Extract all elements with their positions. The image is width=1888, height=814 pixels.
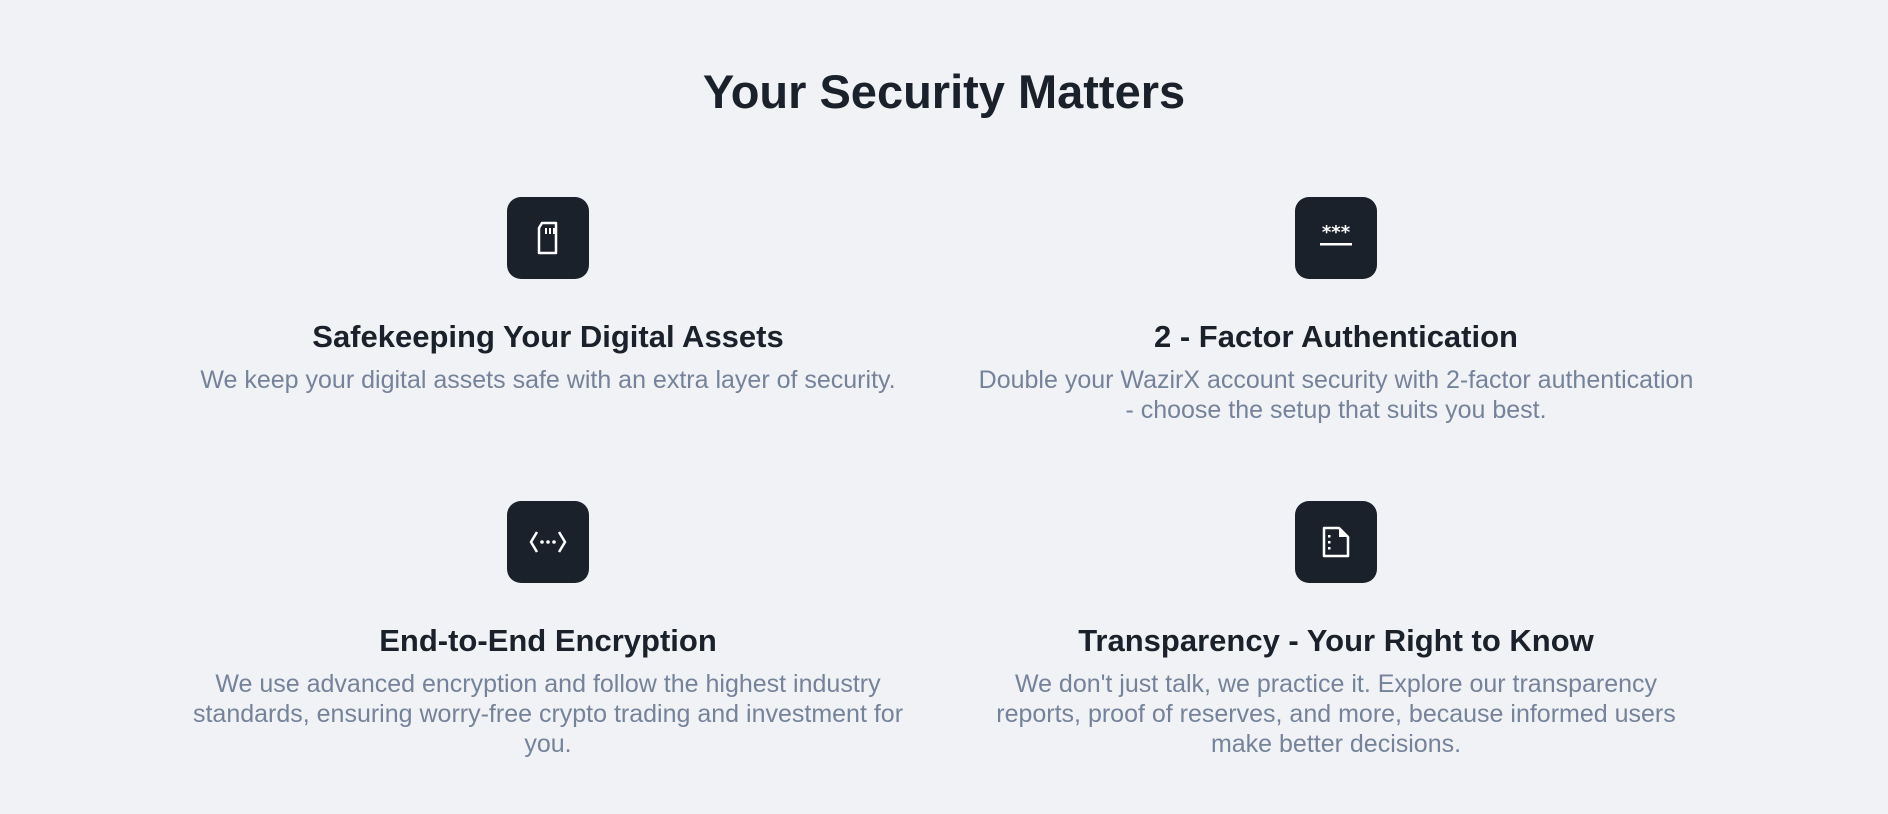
- feature-title: Safekeeping Your Digital Assets: [312, 319, 784, 354]
- sd-card-icon: [507, 197, 589, 279]
- section-title: Your Security Matters: [702, 65, 1186, 118]
- feature-encryption: End-to-End Encryption We use advanced en…: [178, 501, 918, 759]
- feature-transparency: Transparency - Your Right to Know We don…: [966, 501, 1706, 759]
- svg-text:***: ***: [1322, 223, 1351, 243]
- document-icon: [1295, 501, 1377, 583]
- feature-description: Double your WazirX account security with…: [978, 366, 1694, 424]
- feature-description: We don't just talk, we practice it. Expl…: [996, 670, 1676, 758]
- feature-title: Transparency - Your Right to Know: [1078, 623, 1594, 658]
- feature-safekeeping: Safekeeping Your Digital Assets We keep …: [178, 197, 918, 395]
- feature-2fa: *** 2 - Factor Authentication Double you…: [966, 197, 1706, 425]
- feature-description: We keep your digital assets safe with an…: [200, 366, 896, 394]
- feature-title: 2 - Factor Authentication: [1154, 319, 1518, 354]
- password-icon: ***: [1295, 197, 1377, 279]
- feature-title: End-to-End Encryption: [379, 623, 717, 658]
- feature-description: We use advanced encryption and follow th…: [192, 670, 904, 758]
- code-encryption-icon: [507, 501, 589, 583]
